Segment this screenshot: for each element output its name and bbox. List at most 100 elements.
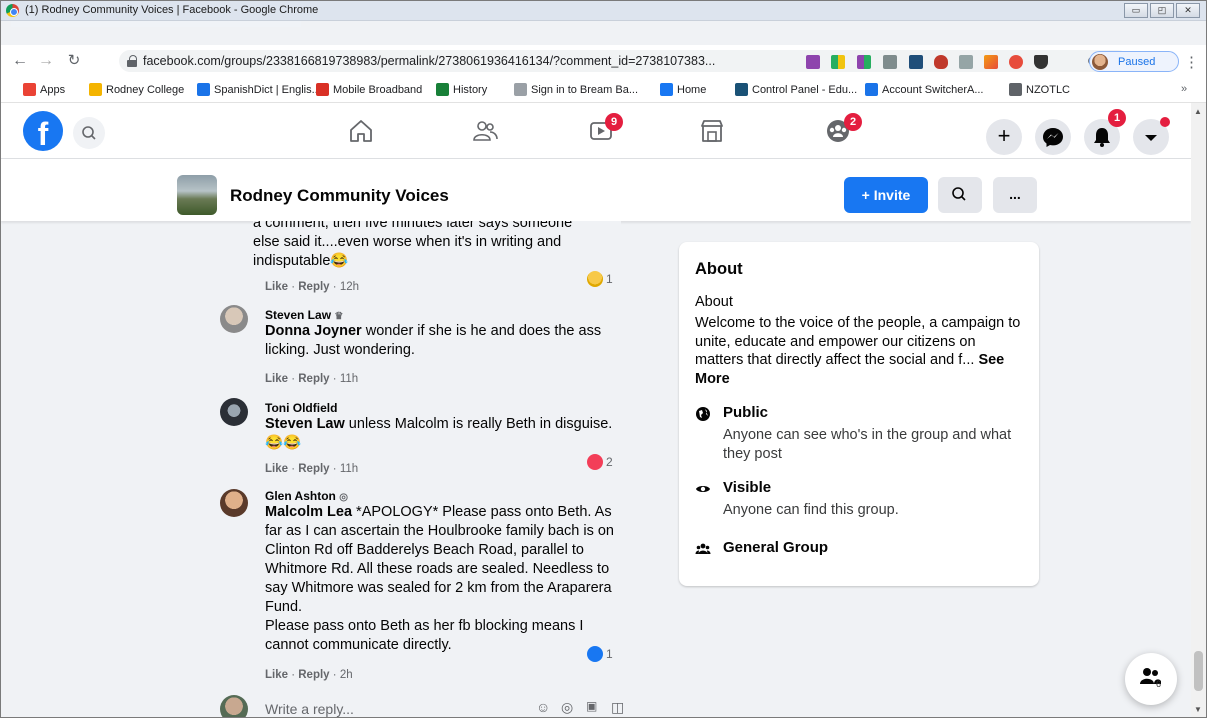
- extension-icon[interactable]: [959, 55, 973, 69]
- bookmark-label: Rodney College: [106, 83, 185, 96]
- back-icon[interactable]: ←: [11, 53, 29, 69]
- about-title: About: [695, 260, 743, 278]
- group-cover-thumbnail[interactable]: [177, 175, 217, 215]
- group-search-button[interactable]: [938, 177, 982, 213]
- comment-author[interactable]: Glen Ashton ◎: [265, 489, 615, 503]
- comment-author[interactable]: Steven Law ♛: [265, 308, 615, 322]
- bookmark-label: Home: [677, 83, 707, 96]
- close-button[interactable]: ✕: [1176, 3, 1200, 18]
- groups-badge: 2: [844, 113, 862, 131]
- extension-icon[interactable]: [857, 55, 871, 69]
- extension-icon[interactable]: [806, 55, 820, 69]
- profile-button[interactable]: Paused: [1089, 51, 1179, 72]
- scrollbar-thumb[interactable]: [1194, 651, 1203, 691]
- maximize-button[interactable]: ◰: [1150, 3, 1174, 18]
- reaction-summary[interactable]: 1: [587, 646, 613, 662]
- eye-icon: [696, 486, 710, 492]
- gif-icon[interactable]: ▣: [586, 699, 597, 713]
- ublock-icon[interactable]: [934, 55, 948, 69]
- messenger-button[interactable]: [1035, 119, 1071, 155]
- bookmark-label: Sign in to Bream Ba...: [531, 83, 638, 96]
- scroll-down-icon[interactable]: ▼: [1194, 705, 1202, 714]
- group-name[interactable]: Rodney Community Voices: [230, 186, 449, 206]
- group-header-bar: Rodney Community Voices + Invite ...: [1, 159, 1191, 221]
- extension-icon[interactable]: [883, 55, 897, 69]
- comment-line: a comment, then five minutes later says …: [253, 221, 573, 231]
- like-link[interactable]: Like: [265, 463, 288, 475]
- fb-search-button[interactable]: [73, 117, 105, 149]
- bookmark-item[interactable]: Sign in to Bream Ba...: [514, 83, 638, 96]
- bookmark-icon: [89, 83, 102, 96]
- extension-icon[interactable]: [831, 55, 845, 69]
- sticker-icon[interactable]: ◫: [611, 699, 624, 716]
- avatar[interactable]: [220, 489, 248, 517]
- mention[interactable]: Steven Law: [265, 416, 345, 432]
- extension-icon[interactable]: [909, 55, 923, 69]
- bookmark-item[interactable]: SpanishDict | Englis...: [197, 83, 321, 96]
- bookmark-item[interactable]: Control Panel - Edu...: [735, 83, 857, 96]
- comment-time[interactable]: 11h: [340, 463, 358, 475]
- invite-button[interactable]: + Invite: [844, 177, 928, 213]
- browser-tab[interactable]: [11, 21, 301, 27]
- friends-icon[interactable]: [471, 117, 499, 145]
- notifications-badge: 1: [1108, 109, 1126, 127]
- bookmark-item[interactable]: Home: [660, 83, 706, 96]
- love-reaction-icon: [587, 454, 603, 470]
- home-icon[interactable]: [347, 117, 375, 145]
- group-more-button[interactable]: ...: [993, 177, 1037, 213]
- scroll-up-icon[interactable]: ▲: [1194, 107, 1202, 116]
- bookmark-icon: [865, 83, 878, 96]
- url-bar[interactable]: facebook.com/groups/2338166819738983/per…: [119, 50, 1129, 72]
- camera-icon[interactable]: ◎: [561, 699, 573, 716]
- avatar[interactable]: [220, 305, 248, 333]
- forward-icon[interactable]: →: [37, 53, 55, 69]
- bookmark-label: Account SwitcherA...: [882, 83, 984, 96]
- comment-time[interactable]: 11h: [340, 373, 358, 385]
- watch-badge: 9: [605, 113, 623, 131]
- avatar[interactable]: [220, 398, 248, 426]
- page-scrollbar[interactable]: ▲ ▼: [1191, 103, 1206, 717]
- reply-link[interactable]: Reply: [298, 463, 329, 475]
- bookmark-item[interactable]: Apps: [23, 83, 65, 96]
- like-link[interactable]: Like: [265, 669, 288, 681]
- bookmark-item[interactable]: Account SwitcherA...: [865, 83, 984, 96]
- comment-text: Please pass onto Beth as her fb blocking…: [265, 618, 584, 653]
- account-alert-dot: [1160, 117, 1170, 127]
- extension-icon[interactable]: [984, 55, 998, 69]
- comment-author[interactable]: Toni Oldfield: [265, 401, 615, 415]
- emoji-icon[interactable]: ☺: [536, 699, 550, 715]
- comment-time[interactable]: 12h: [340, 281, 359, 293]
- create-button[interactable]: +: [986, 119, 1022, 155]
- new-chat-button[interactable]: 6: [1125, 653, 1177, 705]
- mention[interactable]: Donna Joyner: [265, 323, 362, 339]
- like-link[interactable]: Like: [265, 281, 288, 293]
- reply-link[interactable]: Reply: [298, 281, 329, 293]
- like-link[interactable]: Like: [265, 373, 288, 385]
- browser-menu-icon[interactable]: ⋮: [1184, 53, 1199, 71]
- reply-input[interactable]: Write a reply... ☺ ◎ ▣ ◫: [253, 691, 643, 717]
- facebook-top-nav: f 9 2 + 1: [1, 103, 1191, 159]
- reaction-summary[interactable]: 2: [587, 454, 613, 470]
- bookmark-label: History: [453, 83, 488, 96]
- reply-link[interactable]: Reply: [298, 669, 329, 681]
- extensions-puzzle-icon[interactable]: [1034, 55, 1048, 69]
- bookmark-label: SpanishDict | Englis...: [214, 83, 321, 96]
- facebook-logo-icon[interactable]: f: [23, 111, 63, 151]
- mention[interactable]: Malcolm Lea: [265, 504, 352, 520]
- bookmark-item[interactable]: Mobile Broadband: [316, 83, 422, 96]
- reload-icon[interactable]: ↻: [65, 53, 83, 69]
- reply-link[interactable]: Reply: [298, 373, 329, 385]
- bookmark-item[interactable]: Rodney College: [89, 83, 184, 96]
- minimize-button[interactable]: ▭: [1124, 3, 1148, 18]
- search-icon: [82, 126, 96, 140]
- reaction-count: 2: [606, 455, 613, 469]
- comment-time[interactable]: 2h: [340, 669, 353, 681]
- bookmark-item[interactable]: History: [436, 83, 487, 96]
- reaction-summary[interactable]: 1: [587, 271, 613, 287]
- bookmark-label: Mobile Broadband: [333, 83, 423, 96]
- url-text[interactable]: facebook.com/groups/2338166819738983/per…: [143, 54, 715, 68]
- bookmarks-more[interactable]: »: [1181, 83, 1187, 95]
- bookmark-item[interactable]: NZOTLC: [1009, 83, 1070, 96]
- marketplace-icon[interactable]: [698, 117, 726, 145]
- extension-icon[interactable]: [1009, 55, 1023, 69]
